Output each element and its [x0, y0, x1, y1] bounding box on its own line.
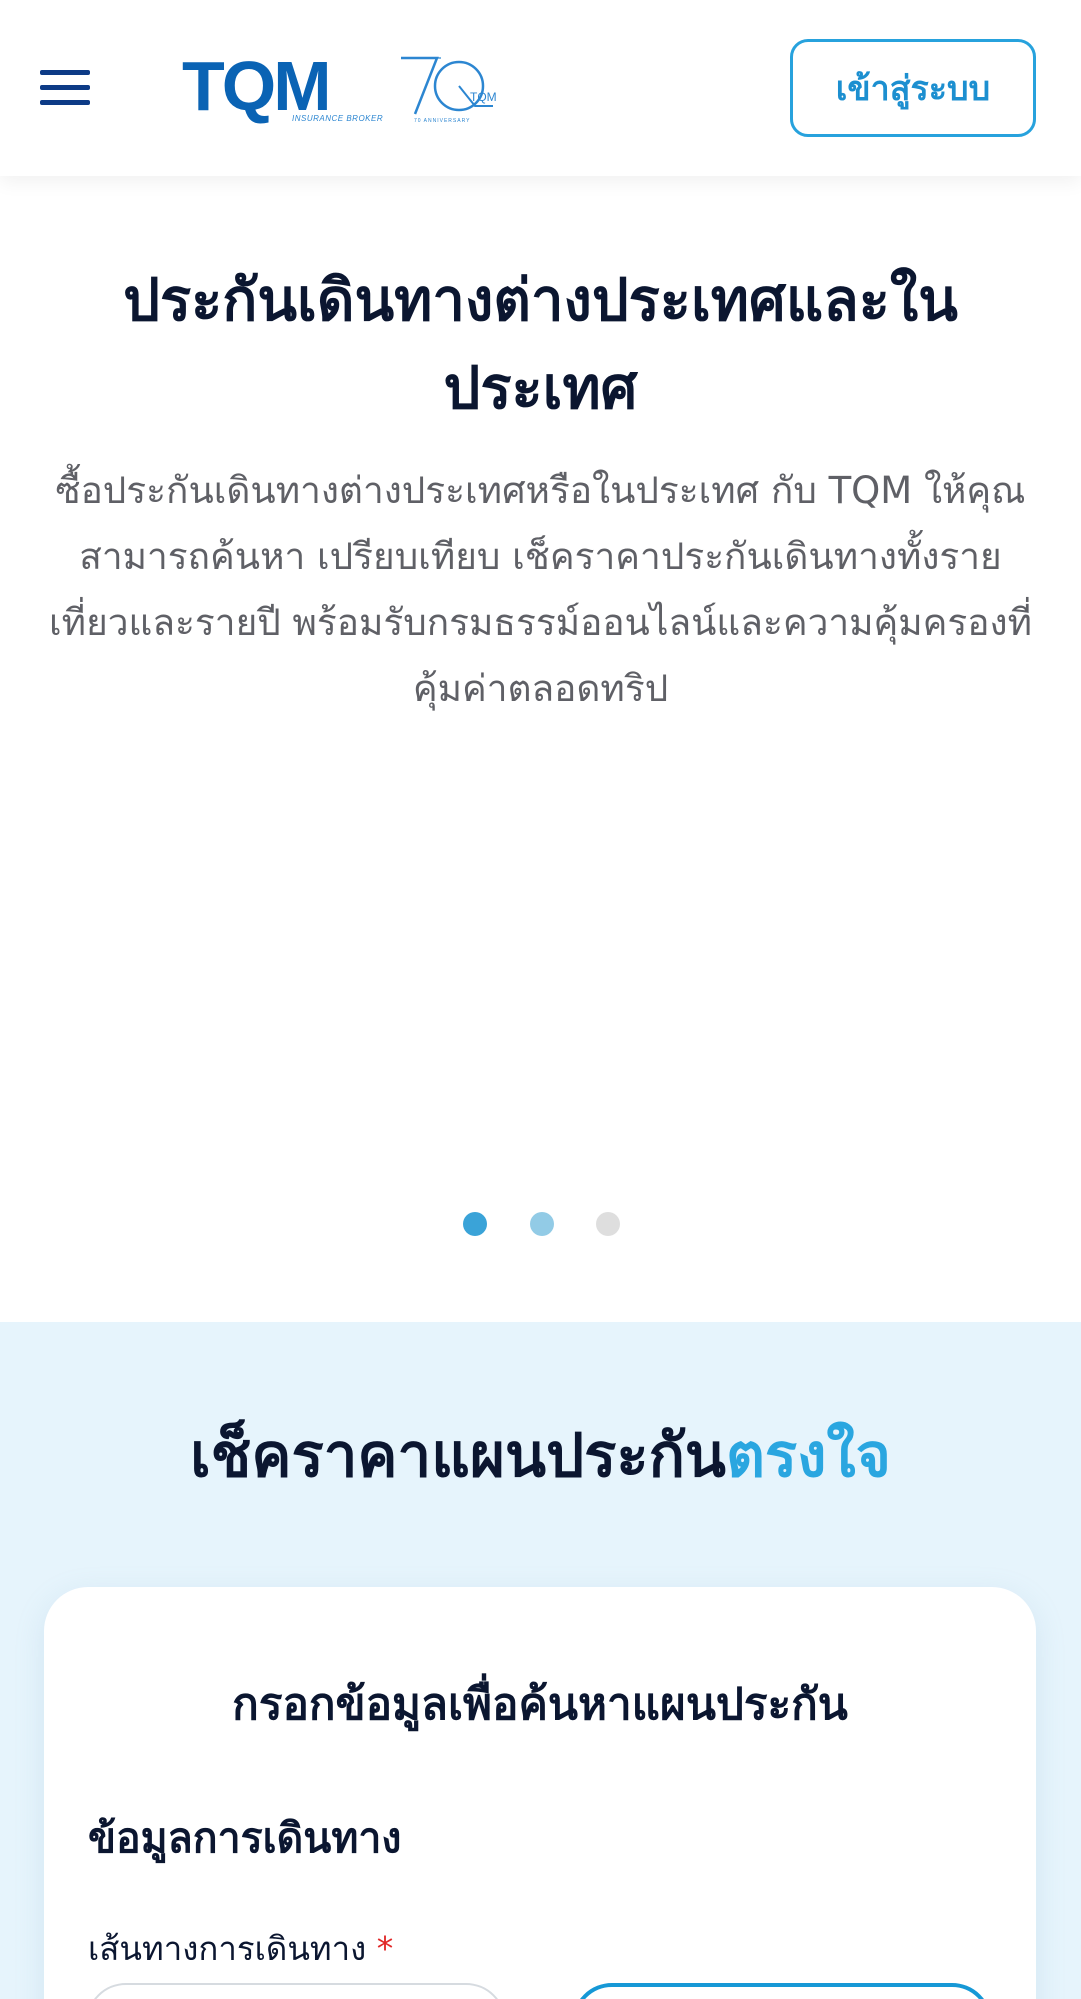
check-price-title-main: เช็คราคาแผนประกัน [190, 1421, 726, 1491]
carousel-dot-1[interactable] [463, 1212, 487, 1236]
carousel-pagination [0, 1212, 1081, 1236]
hamburger-menu-icon[interactable] [40, 70, 92, 108]
travel-info-heading: ข้อมูลการเดินทาง [88, 1814, 402, 1862]
login-button[interactable]: เข้าสู่ระบบ [790, 39, 1036, 137]
hero-description: ซื้อประกันเดินทางต่างประเทศหรือในประเทศ … [49, 469, 1032, 710]
search-form-card: กรอกข้อมูลเพื่อค้นหาแผนประกัน ข้อมูลการเ… [44, 1587, 1036, 1999]
logo-wordmark: TQM [182, 47, 332, 125]
top-header: TQM INSURANCE BROKER TQM 70 ANNIVERSARY … [0, 0, 1081, 176]
route-option-left[interactable] [86, 1983, 506, 1999]
carousel-dot-2[interactable] [530, 1212, 554, 1236]
carousel-dot-3[interactable] [596, 1212, 620, 1236]
route-label-text: เส้นทางการเดินทาง [88, 1929, 367, 1968]
required-mark: * [376, 1929, 394, 1968]
hero-title: ประกันเดินทางต่างประเทศและใน ประเทศ [123, 266, 958, 422]
route-field-label: เส้นทางการเดินทาง * [88, 1925, 393, 1973]
logo-subtext: INSURANCE BROKER [292, 114, 384, 123]
menu-bar [40, 100, 90, 105]
check-price-title-accent: ตรงใจ [725, 1421, 891, 1491]
tqm-logo[interactable]: TQM INSURANCE BROKER TQM 70 ANNIVERSARY [182, 48, 512, 130]
route-option-right-selected[interactable] [572, 1983, 992, 1999]
anniversary-brand: TQM [470, 90, 497, 104]
anniversary-subtext: 70 ANNIVERSARY [414, 118, 471, 124]
check-price-title: เช็คราคาแผนประกันตรงใจ [0, 1416, 1081, 1496]
menu-bar [40, 70, 90, 75]
form-title: กรอกข้อมูลเพื่อค้นหาแผนประกัน [232, 1679, 848, 1730]
check-price-section: เช็คราคาแผนประกันตรงใจ กรอกข้อมูลเพื่อค้… [0, 1322, 1081, 1999]
menu-bar [40, 85, 90, 90]
